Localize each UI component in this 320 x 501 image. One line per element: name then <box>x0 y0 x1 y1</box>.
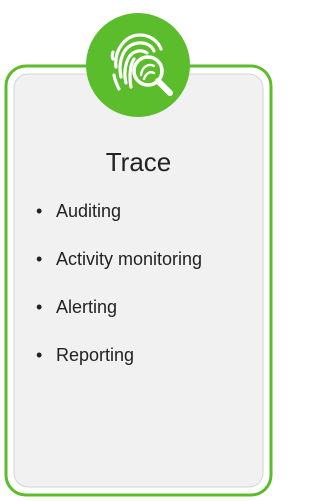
list-item-label: Alerting <box>56 297 118 317</box>
list-item: • Auditing <box>36 200 202 222</box>
list-item-label: Reporting <box>56 345 135 365</box>
bullet-dot: • <box>36 345 43 365</box>
card-title: Trace <box>105 147 172 177</box>
list-item: • Alerting <box>36 296 202 318</box>
list-item: • Reporting <box>36 344 202 366</box>
feature-list: • Auditing • Activity monitoring • Alert… <box>36 200 202 392</box>
bullet-dot: • <box>36 201 43 221</box>
list-item-label: Auditing <box>56 201 122 221</box>
bullet-dot: • <box>36 297 43 317</box>
trace-card: Trace • Auditing • Activity monitoring •… <box>0 0 277 501</box>
bullet-dot: • <box>36 249 43 269</box>
list-item: • Activity monitoring <box>36 248 202 270</box>
list-item-label: Activity monitoring <box>56 249 203 269</box>
fingerprint-magnifier-icon <box>86 13 190 117</box>
